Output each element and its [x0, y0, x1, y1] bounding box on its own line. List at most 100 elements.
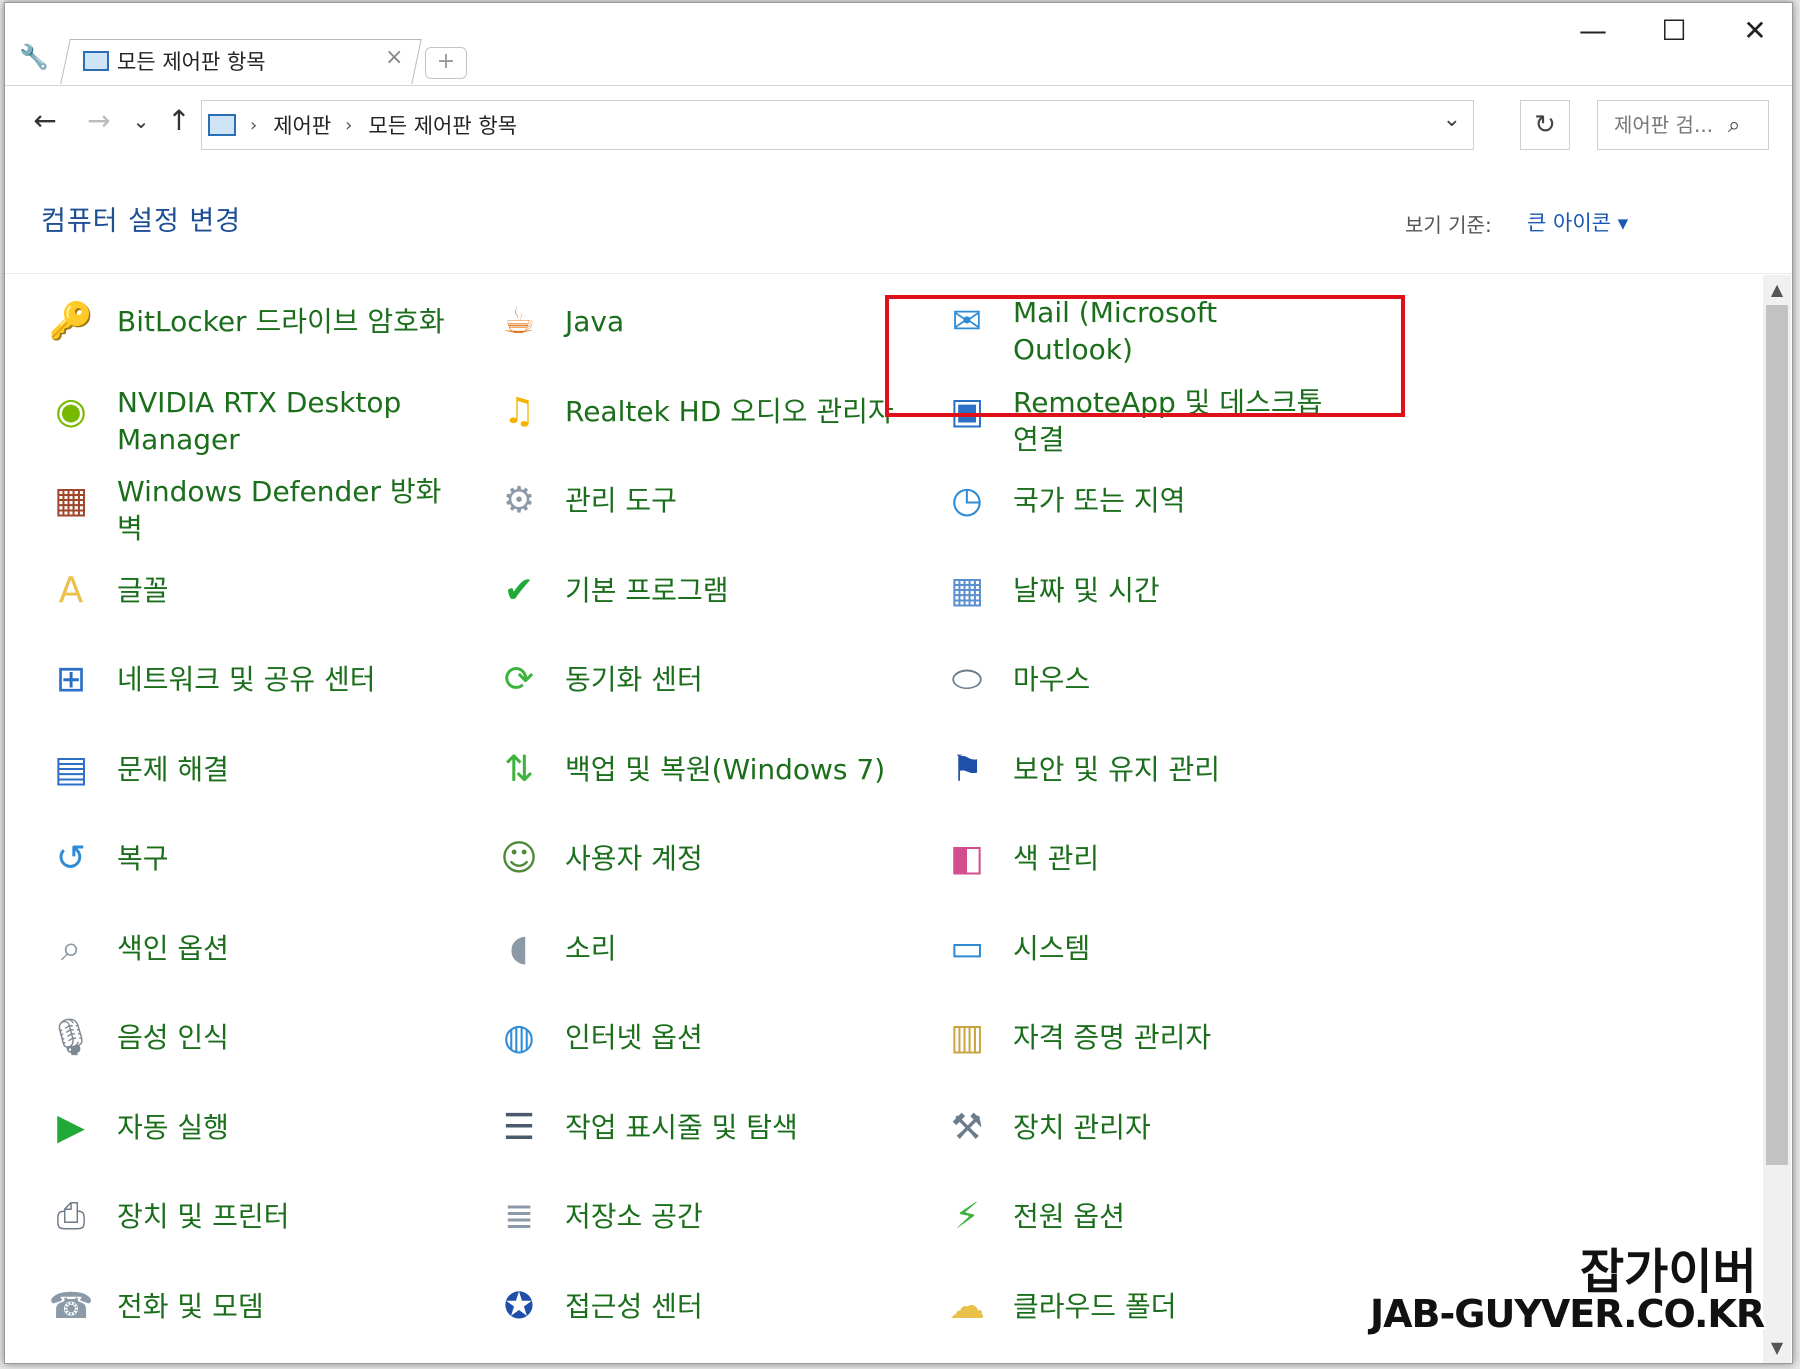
control-panel-item-label[interactable]: 색 관리: [1013, 840, 1343, 877]
control-panel-item[interactable]: ◷ 국가 또는 지역: [939, 473, 1343, 529]
control-panel-item-label[interactable]: 동기화 센터: [565, 661, 895, 698]
breadcrumb-control-panel[interactable]: 제어판: [273, 110, 331, 140]
control-panel-item[interactable]: ⇅ 백업 및 복원(Windows 7): [491, 742, 895, 798]
control-panel-item-label[interactable]: 인터넷 옵션: [565, 1019, 895, 1056]
view-by-dropdown[interactable]: 큰 아이콘 ▾: [1527, 207, 1628, 237]
search-input[interactable]: [1612, 112, 1728, 138]
control-panel-item-label[interactable]: 자격 증명 관리자: [1013, 1019, 1343, 1056]
control-panel-item-label[interactable]: 전원 옵션: [1013, 1198, 1343, 1235]
new-tab-button[interactable]: +: [425, 47, 467, 79]
control-panel-item-label[interactable]: 작업 표시줄 및 탐색: [565, 1109, 895, 1146]
control-panel-item-label[interactable]: 관리 도구: [565, 482, 895, 519]
user-accounts-icon: ☺: [491, 831, 547, 887]
control-panel-item-label[interactable]: 문제 해결: [117, 751, 447, 788]
scroll-thumb[interactable]: [1766, 305, 1788, 1165]
breadcrumb-separator[interactable]: ›: [250, 115, 257, 136]
control-panel-item-label[interactable]: 전화 및 모뎀: [117, 1288, 447, 1325]
control-panel-item-label[interactable]: Windows Defender 방화벽: [117, 473, 447, 547]
color-management-icon-glyph: ◧: [949, 838, 984, 879]
control-panel-items: 🔑 BitLocker 드라이브 암호화 ☕ Java ✉ Mail (Microsoft…: [5, 274, 1761, 1363]
control-panel-item[interactable]: ▶ 자동 실행: [43, 1100, 447, 1156]
control-panel-item-label[interactable]: 국가 또는 지역: [1013, 482, 1343, 519]
control-panel-item-label[interactable]: 색인 옵션: [117, 930, 447, 967]
address-dropdown-icon[interactable]: ⌄: [1443, 107, 1461, 132]
forward-button[interactable]: →: [81, 98, 117, 144]
control-panel-item[interactable]: ☁ 클라우드 폴더: [939, 1279, 1343, 1335]
minimize-button[interactable]: —: [1558, 9, 1628, 53]
wrench-icon[interactable]: 🔧: [19, 43, 49, 73]
control-panel-item-label[interactable]: 글꼴: [117, 572, 447, 609]
breadcrumb-all-items[interactable]: 모든 제어판 항목: [368, 110, 517, 140]
power-options-icon-glyph: ⚡: [954, 1196, 980, 1237]
control-panel-item[interactable]: ◍ 인터넷 옵션: [491, 1010, 895, 1066]
control-panel-item-label[interactable]: 소리: [565, 930, 895, 967]
search-icon[interactable]: ⌕: [1728, 113, 1740, 138]
tab-close-button[interactable]: ×: [385, 45, 403, 70]
ease-of-access-icon-glyph: ✪: [503, 1285, 535, 1327]
control-panel-item[interactable]: A 글꼴: [43, 563, 447, 619]
control-panel-item-label[interactable]: 보안 및 유지 관리: [1013, 751, 1343, 788]
control-panel-item-label[interactable]: 복구: [117, 840, 447, 877]
vertical-scrollbar[interactable]: ▲ ▼: [1763, 275, 1791, 1363]
control-panel-item-label[interactable]: 시스템: [1013, 930, 1343, 967]
control-panel-item[interactable]: ⚡ 전원 옵션: [939, 1189, 1343, 1245]
control-panel-item-label[interactable]: 기본 프로그램: [565, 572, 895, 609]
back-button[interactable]: ←: [27, 98, 63, 144]
control-panel-item[interactable]: ⚑ 보안 및 유지 관리: [939, 742, 1343, 798]
control-panel-item[interactable]: ◧ 색 관리: [939, 831, 1343, 887]
control-panel-item[interactable]: ♫ Realtek HD 오디오 관리자: [491, 384, 895, 440]
control-panel-item-label[interactable]: 자동 실행: [117, 1109, 447, 1146]
control-panel-item[interactable]: ⚒ 장치 관리자: [939, 1100, 1343, 1156]
control-panel-item-label[interactable]: 클라우드 폴더: [1013, 1288, 1343, 1325]
control-panel-item[interactable]: ✔ 기본 프로그램: [491, 563, 895, 619]
control-panel-item[interactable]: ◉ NVIDIA RTX Desktop Manager: [43, 384, 447, 458]
control-panel-item[interactable]: ✪ 접근성 센터: [491, 1279, 895, 1335]
control-panel-item[interactable]: ▤ 문제 해결: [43, 742, 447, 798]
control-panel-item[interactable]: ↺ 복구: [43, 831, 447, 887]
up-button[interactable]: ↑: [161, 98, 197, 144]
control-panel-item-label[interactable]: 백업 및 복원(Windows 7): [565, 751, 895, 788]
control-panel-item-label[interactable]: 사용자 계정: [565, 840, 895, 877]
control-panel-item[interactable]: ⚙ 관리 도구: [491, 473, 895, 529]
control-panel-item-label[interactable]: NVIDIA RTX Desktop Manager: [117, 384, 447, 458]
control-panel-item[interactable]: ⬭ 마우스: [939, 652, 1343, 708]
control-panel-item[interactable]: ▥ 자격 증명 관리자: [939, 1010, 1343, 1066]
control-panel-item[interactable]: ⌕ 색인 옵션: [43, 921, 447, 977]
control-panel-item[interactable]: ▭ 시스템: [939, 921, 1343, 977]
control-panel-item[interactable]: ⊞ 네트워크 및 공유 센터: [43, 652, 447, 708]
refresh-button[interactable]: ↻: [1520, 100, 1570, 150]
control-panel-item[interactable]: ☺ 사용자 계정: [491, 831, 895, 887]
maximize-button[interactable]: ☐: [1639, 9, 1709, 53]
scroll-up-icon[interactable]: ▲: [1763, 275, 1791, 305]
control-panel-item-label[interactable]: BitLocker 드라이브 암호화: [117, 303, 447, 340]
control-panel-item[interactable]: ▦ Windows Defender 방화벽: [43, 473, 447, 547]
control-panel-item-label[interactable]: 장치 및 프린터: [117, 1198, 447, 1235]
date-time-icon: ▦: [939, 563, 995, 619]
control-panel-item-label[interactable]: 음성 인식: [117, 1019, 447, 1056]
control-panel-item[interactable]: ☎ 전화 및 모뎀: [43, 1279, 447, 1335]
control-panel-item-label[interactable]: 장치 관리자: [1013, 1109, 1343, 1146]
breadcrumb-separator[interactable]: ›: [345, 115, 352, 136]
control-panel-item-label[interactable]: Java: [565, 303, 895, 340]
control-panel-item[interactable]: ☰ 작업 표시줄 및 탐색: [491, 1100, 895, 1156]
control-panel-item-label[interactable]: Realtek HD 오디오 관리자: [565, 393, 895, 430]
control-panel-item-label[interactable]: 날짜 및 시간: [1013, 572, 1343, 609]
control-panel-item-label[interactable]: 저장소 공간: [565, 1198, 895, 1235]
control-panel-item[interactable]: ☕ Java: [491, 294, 895, 350]
control-panel-item[interactable]: 🔑 BitLocker 드라이브 암호화: [43, 294, 447, 350]
control-panel-item-label[interactable]: 접근성 센터: [565, 1288, 895, 1325]
control-panel-item-label[interactable]: 네트워크 및 공유 센터: [117, 661, 447, 698]
control-panel-item[interactable]: 🎙 음성 인식: [43, 1010, 447, 1066]
tab-all-control-panel-items[interactable]: 모든 제어판 항목 ×: [83, 39, 413, 83]
address-bar[interactable]: › 제어판 › 모든 제어판 항목 ⌄: [201, 100, 1474, 150]
control-panel-item[interactable]: ◖ 소리: [491, 921, 895, 977]
control-panel-item[interactable]: ▦ 날짜 및 시간: [939, 563, 1343, 619]
close-button[interactable]: ✕: [1720, 9, 1790, 53]
search-box[interactable]: ⌕: [1597, 100, 1769, 150]
control-panel-item-label[interactable]: 마우스: [1013, 661, 1343, 698]
control-panel-item[interactable]: ⎙ 장치 및 프린터: [43, 1189, 447, 1245]
scroll-down-icon[interactable]: ▼: [1763, 1333, 1791, 1363]
control-panel-item[interactable]: ⟳ 동기화 센터: [491, 652, 895, 708]
control-panel-item[interactable]: ≣ 저장소 공간: [491, 1189, 895, 1245]
recent-locations-button[interactable]: ⌄: [123, 98, 159, 144]
